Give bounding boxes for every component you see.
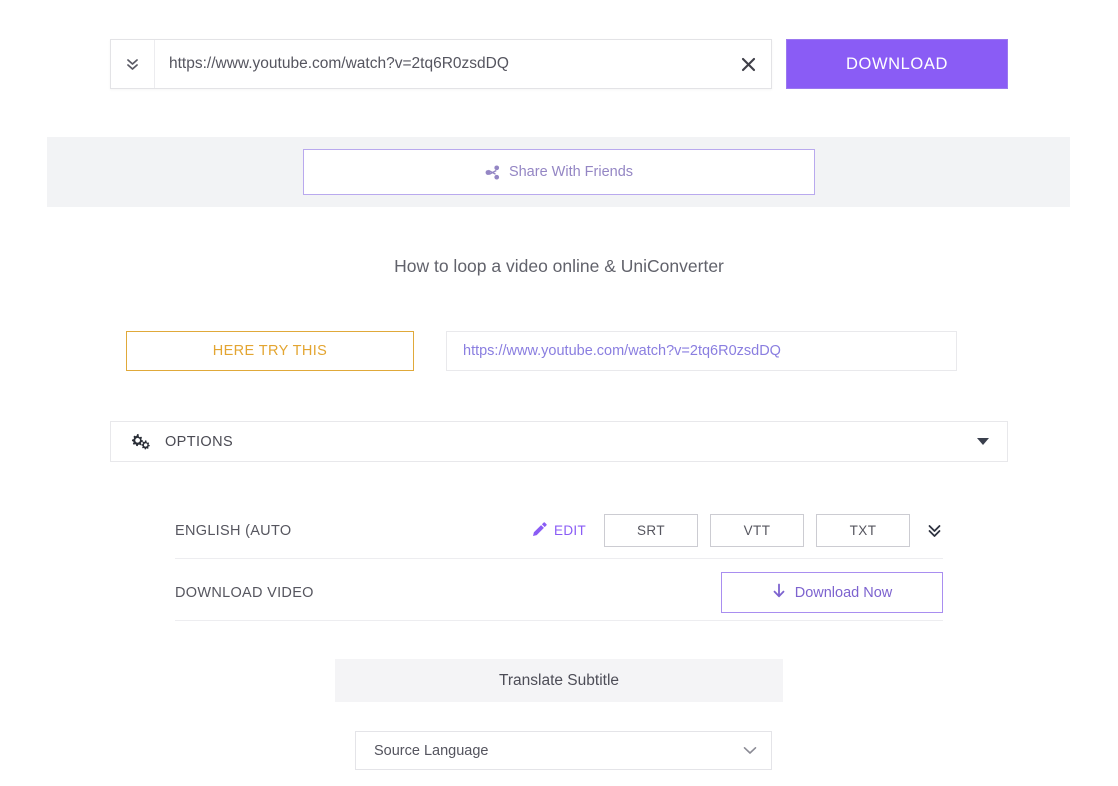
- source-language-value: Source Language: [374, 742, 489, 759]
- video-title: How to loop a video online & UniConverte…: [394, 256, 724, 276]
- format-txt-button[interactable]: TXT: [816, 514, 910, 547]
- url-input[interactable]: [155, 55, 725, 73]
- subtitle-language-label: ENGLISH (AUTO: [175, 522, 292, 539]
- share-with-friends-button[interactable]: Share With Friends: [303, 149, 815, 195]
- close-icon[interactable]: [725, 40, 771, 88]
- share-icon: [485, 164, 500, 180]
- download-button[interactable]: DOWNLOAD: [786, 39, 1008, 89]
- options-bar[interactable]: OPTIONS: [110, 421, 1008, 462]
- download-video-label: DOWNLOAD VIDEO: [175, 584, 314, 601]
- options-label: OPTIONS: [165, 433, 234, 450]
- source-language-select[interactable]: Source Language: [355, 731, 772, 770]
- download-now-label: Download Now: [794, 584, 893, 601]
- subtitle-option-row: ENGLISH (AUTO EDIT SRT VTT TXT: [175, 503, 943, 559]
- double-chevron-down-icon[interactable]: [111, 40, 155, 88]
- share-label: Share With Friends: [508, 164, 634, 180]
- caret-down-icon[interactable]: [977, 438, 989, 445]
- translate-subtitle-heading: Translate Subtitle: [335, 659, 783, 702]
- page-root: DOWNLOAD Share With Friends How to loop …: [0, 0, 1118, 786]
- edit-subtitle-button[interactable]: EDIT: [533, 522, 586, 539]
- pencil-icon: [533, 522, 547, 539]
- url-input-container: [110, 39, 772, 89]
- download-video-option-row: DOWNLOAD VIDEO Download Now: [175, 565, 943, 621]
- arrow-down-icon: [772, 583, 786, 603]
- try-url-field[interactable]: https://www.youtube.com/watch?v=2tq6R0zs…: [446, 331, 957, 371]
- download-now-button[interactable]: Download Now: [721, 572, 943, 613]
- double-chevron-down-icon[interactable]: [926, 522, 943, 540]
- url-bar-row: DOWNLOAD: [110, 39, 1008, 89]
- chevron-down-icon: [743, 746, 757, 755]
- here-try-this-button[interactable]: HERE TRY THIS: [126, 331, 414, 371]
- format-vtt-button[interactable]: VTT: [710, 514, 804, 547]
- edit-label: EDIT: [554, 523, 586, 538]
- format-srt-button[interactable]: SRT: [604, 514, 698, 547]
- cogs-icon: [131, 433, 151, 450]
